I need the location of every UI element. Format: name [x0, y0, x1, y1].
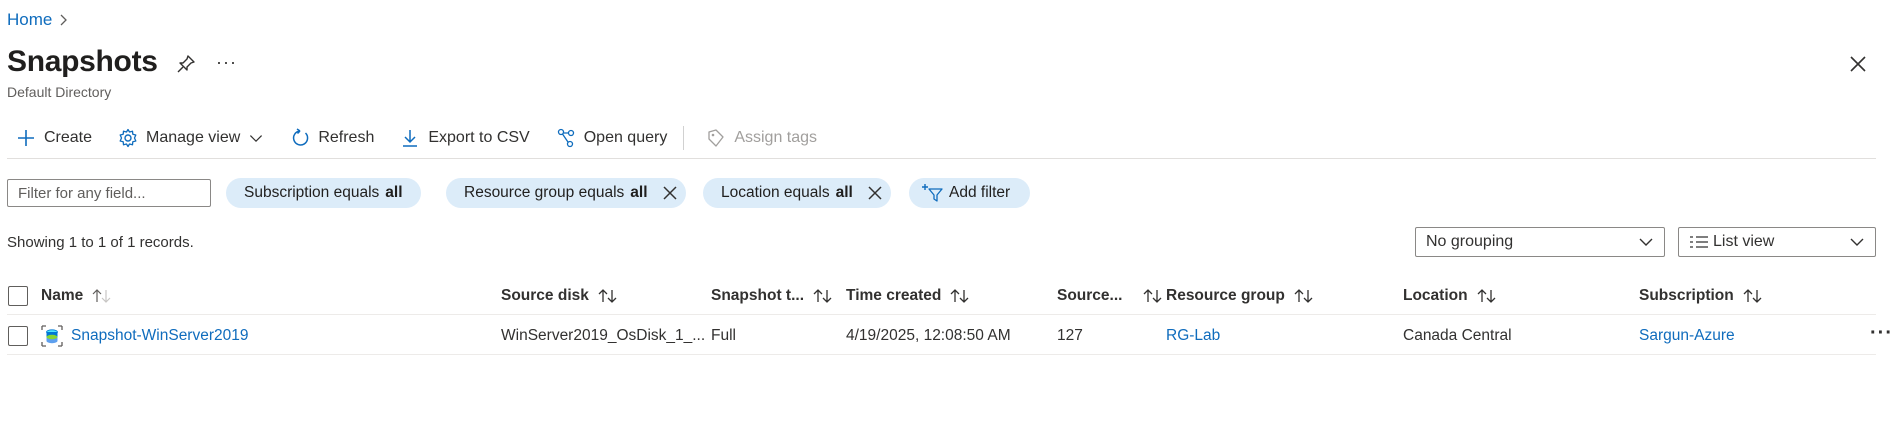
close-icon[interactable] [867, 185, 883, 201]
refresh-icon [293, 128, 309, 146]
toolbar-divider [683, 126, 685, 150]
resource-group-filter-label: Resource group equals [464, 184, 625, 201]
row-checkbox-cell [8, 316, 28, 356]
row-checkbox[interactable] [8, 326, 28, 346]
location-filter-value: all [835, 184, 853, 201]
table-header: Name Source disk Snapshot t... Time crea… [0, 278, 1902, 314]
location-filter-label: Location equals [721, 184, 830, 201]
cell-subscription: Sargun-Azure [1639, 316, 1735, 356]
column-subscription-label: Subscription [1639, 287, 1734, 304]
column-resource-group-label: Resource group [1166, 287, 1285, 304]
resource-group-filter-pill[interactable]: Resource group equals all [446, 178, 686, 208]
table-row[interactable]: Snapshot-WinServer2019 WinServer2019_OsD… [0, 316, 1902, 356]
breadcrumb-home-link[interactable]: Home [7, 10, 52, 30]
breadcrumb: Home [7, 10, 68, 30]
add-filter-icon [922, 184, 943, 202]
open-query-label: Open query [583, 129, 668, 146]
list-view-icon [1690, 236, 1708, 248]
grouping-selected: No grouping [1426, 233, 1514, 250]
open-query-button[interactable]: Open query [540, 122, 678, 154]
subscription-link[interactable]: Sargun-Azure [1639, 327, 1735, 345]
column-time-created[interactable]: Time created [846, 278, 971, 314]
assign-tags-label: Assign tags [734, 129, 818, 146]
sort-icon[interactable] [1742, 288, 1764, 304]
download-icon [403, 130, 418, 147]
chevron-right-icon [60, 14, 68, 26]
sort-icon[interactable] [812, 288, 834, 304]
page-title: Snapshots [7, 45, 158, 78]
more-options-button[interactable]: ··· [216, 52, 237, 73]
column-snapshot-type-label: Snapshot t... [711, 287, 804, 304]
filter-input[interactable] [7, 179, 211, 207]
cell-resource-group: RG-Lab [1166, 316, 1220, 356]
column-snapshot-type[interactable]: Snapshot t... [711, 278, 834, 314]
location-filter-pill[interactable]: Location equals all [703, 178, 891, 208]
close-icon[interactable] [1848, 54, 1868, 74]
subscription-filter-label: Subscription equals [244, 184, 380, 201]
gear-icon [119, 128, 137, 148]
select-all-checkbox[interactable] [8, 286, 28, 306]
subscription-filter-value: all [385, 184, 403, 201]
row-more-options-button[interactable]: ··· [1870, 322, 1893, 345]
sort-icon[interactable] [949, 288, 971, 304]
cell-snapshot-type: Full [711, 327, 736, 344]
column-location-label: Location [1403, 287, 1468, 304]
chevron-down-icon [1639, 238, 1653, 246]
manage-view-label: Manage view [146, 129, 241, 146]
refresh-button[interactable]: Refresh [274, 122, 384, 154]
plus-icon [18, 130, 34, 146]
tag-icon [708, 129, 724, 147]
resource-group-link[interactable]: RG-Lab [1166, 327, 1220, 345]
export-csv-button[interactable]: Export to CSV [384, 122, 539, 154]
add-filter-button[interactable]: Add filter [909, 178, 1031, 208]
column-location[interactable]: Location [1403, 278, 1498, 314]
resource-group-filter-value: all [630, 184, 648, 201]
select-all-checkbox-cell [8, 278, 28, 314]
column-source-size[interactable]: Source... [1057, 278, 1164, 314]
view-selected: List view [1713, 233, 1775, 250]
column-source-size-label: Source... [1057, 287, 1123, 304]
create-button[interactable]: Create [0, 122, 102, 154]
grouping-dropdown[interactable]: No grouping [1415, 227, 1665, 257]
create-label: Create [44, 129, 93, 146]
column-subscription[interactable]: Subscription [1639, 278, 1764, 314]
chevron-down-icon [250, 135, 263, 143]
add-filter-label: Add filter [949, 184, 1011, 201]
cell-source-size: 127 [1057, 327, 1083, 344]
column-source-disk[interactable]: Source disk [501, 278, 619, 314]
column-source-disk-label: Source disk [501, 287, 589, 304]
toolbar: Create Manage view Refresh Export to CSV… [0, 122, 827, 154]
cell-location: Canada Central [1403, 327, 1512, 344]
manage-view-button[interactable]: Manage view [102, 122, 274, 154]
row-divider [7, 354, 1876, 355]
cell-source-disk: WinServer2019_OsDisk_1_... [501, 327, 706, 344]
sort-icon[interactable] [1476, 288, 1498, 304]
sort-icon[interactable] [1142, 288, 1164, 304]
pin-icon[interactable] [176, 54, 196, 74]
snapshot-name-link[interactable]: Snapshot-WinServer2019 [71, 327, 249, 345]
sort-icon[interactable] [91, 288, 113, 304]
query-icon [557, 128, 574, 148]
page-subtitle: Default Directory [7, 84, 112, 100]
view-dropdown[interactable]: List view [1678, 227, 1876, 257]
subscription-filter-pill[interactable]: Subscription equals all [226, 178, 421, 208]
sort-icon[interactable] [1293, 288, 1315, 304]
toolbar-divider-line [7, 158, 1876, 159]
close-icon[interactable] [662, 185, 678, 201]
export-csv-label: Export to CSV [428, 129, 530, 146]
records-count: Showing 1 to 1 of 1 records. [7, 234, 194, 251]
sort-icon[interactable] [597, 288, 619, 304]
cell-time-created: 4/19/2025, 12:08:50 AM [846, 327, 1011, 344]
refresh-label: Refresh [318, 129, 375, 146]
column-resource-group[interactable]: Resource group [1166, 278, 1315, 314]
header-divider [7, 314, 1876, 315]
assign-tags-button[interactable]: Assign tags [690, 122, 827, 154]
snapshot-icon [41, 325, 63, 347]
column-name-label: Name [41, 287, 84, 304]
cell-name: Snapshot-WinServer2019 [41, 316, 249, 356]
column-time-created-label: Time created [846, 287, 942, 304]
column-name[interactable]: Name [41, 278, 113, 314]
chevron-down-icon [1850, 238, 1864, 246]
